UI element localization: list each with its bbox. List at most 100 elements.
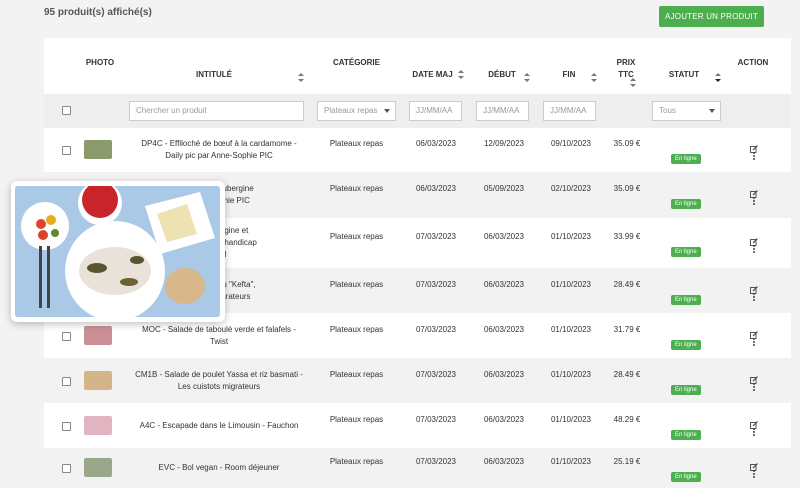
filter-bar: Chercher un produit Plateaux repas JJ/MM… bbox=[44, 94, 791, 128]
edit-icon[interactable] bbox=[750, 233, 758, 246]
sort-title-icon[interactable] bbox=[298, 73, 304, 83]
sort-date-maj-icon[interactable] bbox=[458, 70, 464, 80]
status-badge: En ligne bbox=[671, 154, 701, 164]
date-maj-filter[interactable]: JJ/MM/AA bbox=[409, 101, 462, 121]
table-row: DP4C - Effiloché de bœuf à la cardamome … bbox=[44, 128, 791, 172]
status-badge: En ligne bbox=[671, 384, 701, 395]
product-fin: 01/10/2023 bbox=[550, 232, 592, 241]
edit-icon[interactable] bbox=[750, 458, 758, 471]
product-price: 48.29 € bbox=[613, 414, 641, 424]
search-input[interactable]: Chercher un produit bbox=[129, 101, 304, 121]
edit-icon[interactable] bbox=[750, 185, 758, 198]
product-price: 28.49 € bbox=[613, 279, 641, 289]
more-vertical-icon[interactable] bbox=[753, 427, 756, 437]
product-fin: 09/10/2023 bbox=[550, 139, 592, 148]
edit-icon[interactable] bbox=[750, 371, 758, 384]
product-thumbnail[interactable] bbox=[84, 140, 112, 159]
product-category: Plateaux repas bbox=[329, 184, 384, 193]
product-fin: 01/10/2023 bbox=[550, 324, 592, 334]
product-debut: 06/03/2023 bbox=[483, 414, 525, 424]
product-price: 35.09 € bbox=[613, 184, 641, 193]
product-price: 35.09 € bbox=[613, 139, 641, 148]
product-category: Plateaux repas bbox=[329, 369, 384, 379]
product-fin: 01/10/2023 bbox=[550, 279, 592, 289]
product-category: Plateaux repas bbox=[329, 139, 384, 148]
more-vertical-icon[interactable] bbox=[753, 152, 756, 161]
sort-fin-icon[interactable] bbox=[591, 73, 597, 83]
col-debut[interactable]: DÉBUT bbox=[482, 70, 522, 79]
fin-filter[interactable]: JJ/MM/AA bbox=[543, 101, 596, 121]
table-row: EVC - Bol vegan - Room déjeuner Plateaux … bbox=[44, 448, 791, 488]
status-badge: En ligne bbox=[671, 247, 701, 257]
product-fin: 01/10/2023 bbox=[550, 414, 592, 424]
more-vertical-icon[interactable] bbox=[753, 197, 756, 206]
product-price: 33.99 € bbox=[613, 232, 641, 241]
status-badge: En ligne bbox=[671, 472, 701, 482]
row-checkbox[interactable] bbox=[62, 421, 71, 431]
sort-prix-icon[interactable] bbox=[630, 78, 636, 88]
product-title[interactable]: DP4C - Effiloché de bœuf à la cardamome … bbox=[129, 138, 309, 162]
product-price: 28.49 € bbox=[613, 369, 641, 379]
row-checkbox[interactable] bbox=[62, 146, 71, 155]
more-vertical-icon[interactable] bbox=[753, 292, 756, 302]
product-debut: 05/09/2023 bbox=[483, 184, 525, 193]
edit-icon[interactable] bbox=[750, 326, 758, 339]
product-title-line: Les cuistots migrateurs bbox=[177, 381, 261, 391]
row-checkbox[interactable] bbox=[62, 331, 71, 341]
product-debut: 06/03/2023 bbox=[483, 279, 525, 289]
chevron-down-icon bbox=[384, 109, 390, 113]
col-prix[interactable]: PRIX bbox=[612, 58, 640, 67]
product-date-maj: 07/03/2023 bbox=[415, 457, 457, 466]
edit-icon[interactable] bbox=[750, 416, 758, 429]
sort-statut-icon[interactable] bbox=[715, 73, 721, 83]
product-title-line: MOC - Salade de taboulé verde et falafel… bbox=[142, 324, 296, 334]
sort-debut-icon[interactable] bbox=[524, 73, 530, 83]
product-count: 95 produit(s) affiché(s) bbox=[44, 7, 152, 18]
image-preview-popup bbox=[11, 181, 225, 322]
col-date-maj[interactable]: DATE MAJ bbox=[410, 70, 455, 79]
product-thumbnail[interactable] bbox=[84, 415, 112, 435]
more-vertical-icon[interactable] bbox=[753, 245, 756, 254]
product-debut: 12/09/2023 bbox=[483, 139, 525, 148]
product-title-line: Twist bbox=[209, 336, 229, 346]
product-thumbnail[interactable] bbox=[84, 325, 112, 345]
product-fin: 01/10/2023 bbox=[550, 369, 592, 379]
row-checkbox[interactable] bbox=[62, 464, 71, 473]
more-vertical-icon[interactable] bbox=[753, 382, 756, 392]
product-thumbnail[interactable] bbox=[84, 458, 112, 477]
more-vertical-icon[interactable] bbox=[753, 337, 756, 347]
product-category: Plateaux repas bbox=[329, 279, 384, 289]
product-category: Plateaux repas bbox=[329, 232, 384, 241]
chevron-down-icon bbox=[709, 109, 715, 113]
product-title[interactable]: EVC - Bol vegan - Room déjeuner bbox=[129, 462, 309, 474]
edit-icon[interactable] bbox=[750, 140, 758, 153]
col-category: CATÉGORIE bbox=[333, 58, 380, 67]
product-title[interactable]: A4C - Escapade dans le Limousin - Faucho… bbox=[129, 420, 309, 432]
status-filter[interactable]: Tous bbox=[652, 101, 721, 121]
product-title-line: Daily pic par Anne-Sophie PIC bbox=[165, 151, 273, 160]
product-category: Plateaux repas bbox=[329, 457, 384, 466]
col-statut[interactable]: STATUT bbox=[662, 70, 706, 79]
col-action: ACTION bbox=[737, 58, 769, 67]
select-all-checkbox[interactable] bbox=[62, 106, 71, 115]
product-title[interactable]: MOC - Salade de taboulé verde et falafel… bbox=[129, 324, 309, 348]
product-date-maj: 07/03/2023 bbox=[415, 414, 457, 424]
product-debut: 06/03/2023 bbox=[483, 457, 525, 466]
product-fin: 02/10/2023 bbox=[550, 184, 592, 193]
debut-filter[interactable]: JJ/MM/AA bbox=[476, 101, 529, 121]
product-thumbnail[interactable] bbox=[84, 370, 112, 390]
product-title-line: EVC - Bol vegan - Room déjeuner bbox=[158, 463, 280, 472]
category-filter[interactable]: Plateaux repas bbox=[317, 101, 396, 121]
product-debut: 06/03/2023 bbox=[483, 369, 525, 379]
product-category: Plateaux repas bbox=[329, 324, 384, 334]
row-checkbox[interactable] bbox=[62, 376, 71, 386]
more-vertical-icon[interactable] bbox=[753, 470, 756, 479]
product-date-maj: 06/03/2023 bbox=[415, 139, 457, 148]
product-title[interactable]: CM1B - Salade de poulet Yassa et riz bas… bbox=[129, 369, 309, 393]
col-fin[interactable]: FIN bbox=[554, 70, 584, 79]
col-title[interactable]: INTITULÉ bbox=[184, 70, 244, 79]
add-product-button[interactable]: AJOUTER UN PRODUIT bbox=[659, 6, 764, 27]
edit-icon[interactable] bbox=[750, 281, 758, 294]
col-photo: PHOTO bbox=[85, 58, 115, 67]
product-title-line: A4C - Escapade dans le Limousin - Faucho… bbox=[139, 420, 299, 430]
